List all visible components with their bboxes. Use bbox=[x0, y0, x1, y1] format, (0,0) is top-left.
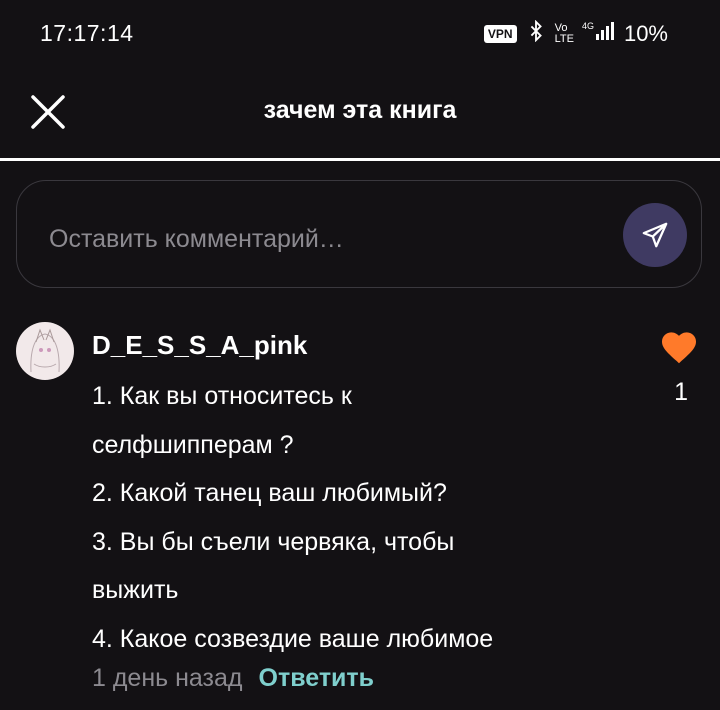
status-icons: VPN Vo LTE 4G 10% bbox=[483, 19, 668, 48]
comment-text: 1. Как вы относитесь к селфшипперам ? 2.… bbox=[92, 372, 612, 663]
svg-text:4G: 4G bbox=[582, 21, 594, 31]
heart-icon[interactable] bbox=[660, 330, 698, 364]
battery-text: 10% bbox=[623, 21, 668, 46]
header: зачем эта книга bbox=[0, 66, 720, 160]
send-button[interactable] bbox=[623, 203, 687, 267]
like-count: 1 bbox=[674, 378, 688, 406]
vpn-badge: VPN bbox=[483, 25, 517, 43]
comment-line: селфшипперам ? bbox=[92, 430, 294, 459]
comment-line: выжить bbox=[92, 576, 179, 604]
avatar[interactable] bbox=[16, 322, 74, 380]
comment-line: 4. Какое созвездие ваше любимое bbox=[92, 624, 494, 653]
reply-button[interactable]: Ответить bbox=[259, 664, 375, 693]
username[interactable]: D_E_S_S_A_pink bbox=[92, 330, 307, 361]
status-time: 17:17:14 bbox=[40, 20, 134, 46]
page-title: зачем эта книга bbox=[263, 96, 457, 124]
signal-icon: 4G bbox=[582, 20, 616, 48]
bluetooth-icon bbox=[525, 19, 547, 48]
comment-line: 1. Как вы относитесь к bbox=[92, 382, 352, 410]
comment-line: 3. Вы бы съели червяка, чтобы bbox=[92, 527, 455, 556]
comment-input[interactable]: Оставить комментарий… bbox=[16, 180, 702, 288]
comment-meta: 1 день назад Ответить bbox=[92, 664, 374, 693]
header-divider bbox=[0, 158, 720, 161]
comment-placeholder: Оставить комментарий… bbox=[49, 225, 344, 253]
comment-line: 2. Какой танец ваш любимый? bbox=[92, 479, 447, 507]
volte-icon: Vo LTE bbox=[554, 22, 574, 45]
send-icon bbox=[642, 222, 668, 248]
comment-time: 1 день назад bbox=[92, 664, 243, 692]
status-bar: 17:17:14 VPN Vo LTE 4G 10% bbox=[0, 0, 720, 66]
